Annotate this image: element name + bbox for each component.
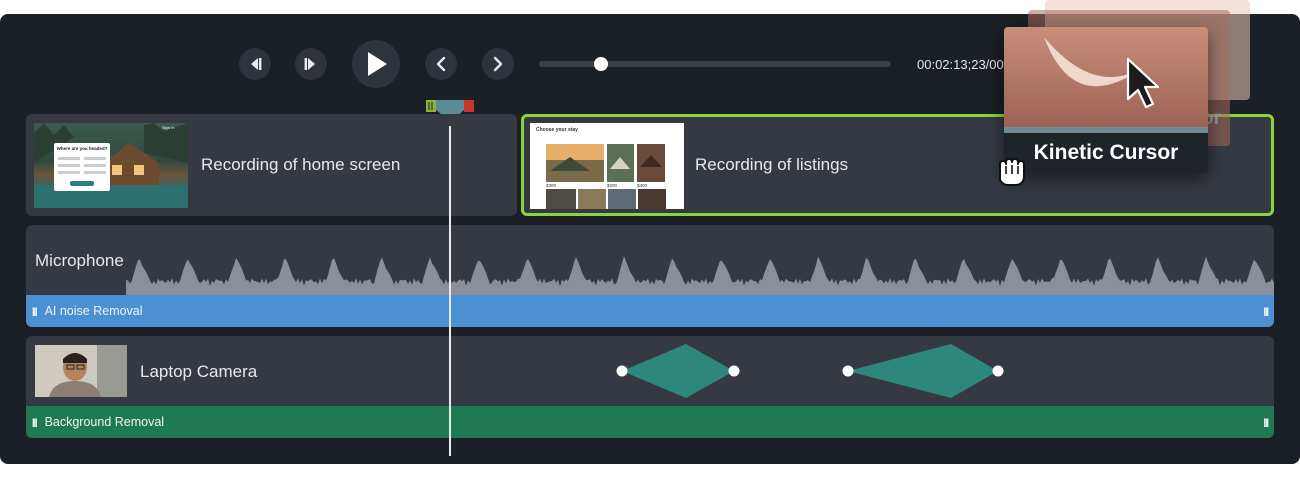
effect-start-grip[interactable]: ||| — [32, 306, 37, 316]
listing-price: $300 — [546, 183, 557, 188]
play-icon — [368, 52, 387, 76]
clip-label: Recording of listings — [695, 155, 849, 174]
kinetic-cursor-effect-card[interactable]: Kinetic Cursor — [1004, 27, 1208, 173]
effect-background-removal[interactable]: ||| Background Removal ||| — [26, 406, 1274, 438]
clip-thumbnail: Where are you headed? Sign In — [34, 123, 188, 208]
play-button[interactable] — [352, 40, 400, 88]
keyframe-point — [616, 365, 628, 377]
clip-label: Recording of home screen — [201, 155, 401, 174]
thumbnail-heading: Where are you headed? — [56, 146, 108, 151]
kinetic-cursor-label: Kinetic Cursor — [1004, 133, 1208, 173]
keyframe-point — [992, 365, 1004, 377]
clip-thumbnail: Choose your stay $300 $200 $300 — [530, 123, 684, 209]
playhead-line[interactable] — [449, 126, 451, 456]
scrub-handle[interactable] — [593, 57, 608, 71]
effect-label: Background Removal — [44, 415, 165, 429]
keyframe-point — [728, 365, 740, 377]
kinetic-cursor-preview — [1004, 27, 1208, 133]
clip-recording-home-screen[interactable]: Where are you headed? Sign In Recording … — [26, 114, 517, 216]
chevron-left-icon — [436, 56, 446, 72]
arrow-cursor-icon — [1126, 57, 1160, 109]
skip-back-icon — [251, 58, 262, 70]
previous-marker-button[interactable] — [239, 48, 271, 80]
next-marker-button[interactable] — [295, 48, 327, 80]
grab-hand-icon — [999, 158, 1025, 186]
scrub-bar[interactable] — [539, 57, 891, 71]
effect-end-grip[interactable]: ||| — [1263, 417, 1268, 427]
home-screen-image — [34, 123, 188, 208]
audio-waveform — [126, 256, 1274, 295]
keyframe-point — [842, 365, 854, 377]
skip-forward-icon — [304, 58, 315, 70]
waveform-shape — [126, 256, 1274, 295]
chevron-right-icon — [493, 56, 503, 72]
step-forward-button[interactable] — [482, 48, 514, 80]
listings-image — [546, 144, 666, 209]
timecode: 00:02:13;23/00 — [917, 57, 1004, 72]
effect-start-grip[interactable]: ||| — [32, 417, 37, 427]
step-back-button[interactable] — [425, 48, 457, 80]
listing-price: $200 — [607, 183, 618, 188]
effect-end-grip[interactable]: ||| — [1263, 306, 1268, 316]
thumbnail-heading: Choose your stay — [536, 127, 578, 133]
effect-label: AI noise Removal — [44, 304, 143, 318]
listing-price: $300 — [637, 183, 648, 188]
animation-keyframes — [616, 344, 1004, 398]
effect-ai-noise-removal[interactable]: ||| AI noise Removal ||| — [26, 295, 1274, 327]
thumbnail-nav-text: Sign In — [162, 125, 175, 130]
